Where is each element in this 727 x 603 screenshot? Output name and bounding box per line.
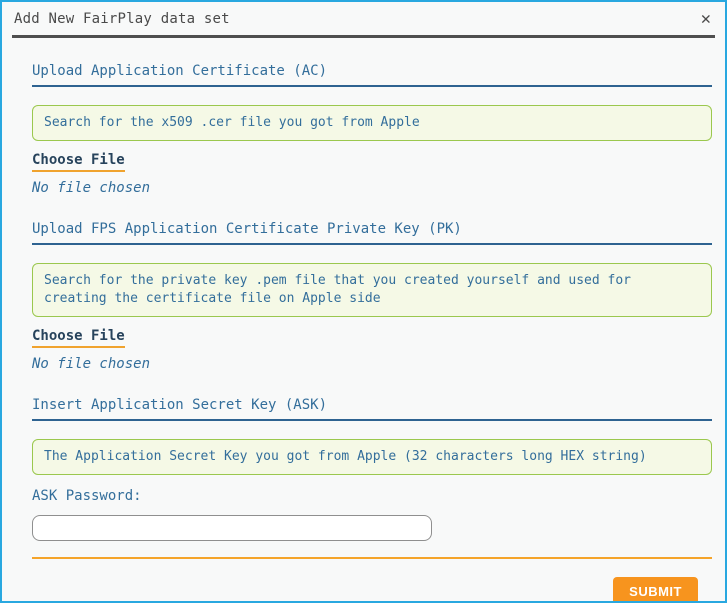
submit-button[interactable]: SUBMIT (613, 577, 698, 603)
file-status-ac: No file chosen (32, 180, 712, 196)
choose-file-button-pk[interactable]: Choose File (32, 328, 125, 348)
section-upload-private-key: Upload FPS Application Certificate Priva… (32, 221, 712, 372)
file-status-pk: No file chosen (32, 356, 712, 372)
section-upload-application-certificate: Upload Application Certificate (AC) Sear… (32, 63, 712, 196)
choose-file-button-ac[interactable]: Choose File (32, 152, 125, 172)
close-icon[interactable]: ✕ (701, 11, 711, 28)
hint-text: Search for the x509 .cer file you got fr… (44, 115, 420, 130)
footer-divider (32, 557, 712, 559)
hint-box: The Application Secret Key you got from … (32, 439, 712, 475)
hint-box: Search for the private key .pem file tha… (32, 263, 712, 317)
section-application-secret-key: Insert Application Secret Key (ASK) The … (32, 397, 712, 541)
dialog-footer: SUBMIT (32, 577, 712, 603)
section-heading: Insert Application Secret Key (ASK) (32, 397, 712, 421)
dialog-content: Upload Application Certificate (AC) Sear… (32, 63, 712, 603)
title-divider (12, 35, 715, 38)
ask-password-label: ASK Password: (32, 488, 712, 504)
hint-text: Search for the private key .pem file tha… (44, 273, 631, 306)
hint-text: The Application Secret Key you got from … (44, 449, 647, 464)
section-heading: Upload Application Certificate (AC) (32, 63, 712, 87)
add-fairplay-dataset-dialog: Add New FairPlay data set ✕ Upload Appli… (0, 0, 727, 603)
ask-password-input[interactable] (32, 515, 432, 541)
dialog-header: Add New FairPlay data set ✕ (14, 11, 711, 28)
dialog-title: Add New FairPlay data set (14, 11, 230, 27)
section-heading: Upload FPS Application Certificate Priva… (32, 221, 712, 245)
hint-box: Search for the x509 .cer file you got fr… (32, 105, 712, 141)
